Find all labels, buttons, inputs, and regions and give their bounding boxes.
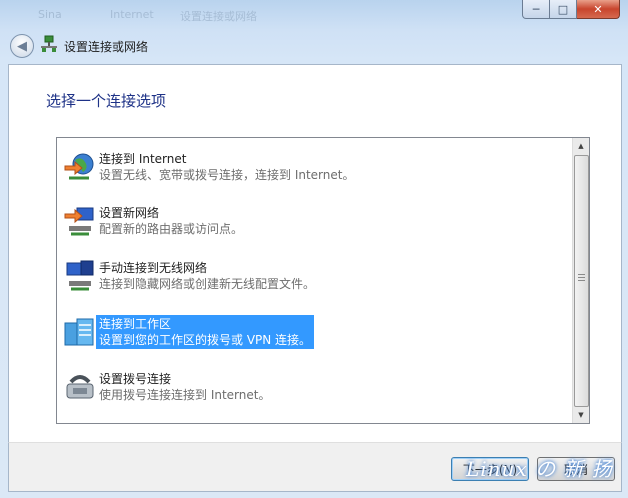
back-button[interactable]: ◀: [10, 34, 34, 58]
option-title: 连接到工作区: [99, 317, 172, 331]
minimize-button[interactable]: ─: [522, 0, 550, 19]
connection-options-list[interactable]: 连接到 Internet 设置无线、宽带或拨号连接，连接到 Internet。 …: [56, 137, 590, 424]
scroll-up-arrow[interactable]: ▲: [573, 138, 589, 154]
wizard-footer: 下一步(N) 取消: [8, 442, 622, 492]
globe-connect-icon: [64, 153, 94, 180]
caption-buttons: ─ □ ✕: [522, 0, 620, 19]
option-manual-wireless[interactable]: 手动连接到无线网络 连接到隐藏网络或创建新无线配置文件。: [63, 259, 573, 295]
scroll-down-arrow[interactable]: ▼: [573, 407, 589, 423]
ghost-tab: 设置连接或网络: [180, 10, 257, 23]
option-title: 手动连接到无线网络: [99, 261, 208, 275]
option-new-network[interactable]: 设置新网络 配置新的路由器或访问点。: [63, 204, 573, 240]
option-description: 使用拨号连接连接到 Internet。: [99, 388, 271, 402]
scroll-thumb[interactable]: [574, 155, 589, 407]
new-network-icon: [64, 207, 94, 236]
network-wizard-icon: [41, 35, 57, 52]
option-description: 配置新的路由器或访问点。: [99, 222, 244, 236]
option-title: 设置拨号连接: [99, 372, 172, 386]
option-title: 设置新网络: [99, 206, 160, 220]
page-heading: 选择一个连接选项: [46, 92, 167, 110]
workplace-vpn-icon: [64, 318, 94, 346]
maximize-button[interactable]: □: [550, 0, 577, 19]
ghost-tab: Sina: [38, 8, 62, 21]
cancel-button[interactable]: 取消: [537, 457, 615, 481]
option-description: 设置无线、宽带或拨号连接，连接到 Internet。: [99, 168, 355, 182]
option-dialup[interactable]: 设置拨号连接 使用拨号连接连接到 Internet。: [63, 370, 573, 406]
window-title: 设置连接或网络: [64, 40, 149, 54]
vertical-scrollbar[interactable]: ▲ ▼: [572, 138, 589, 423]
scroll-grip-icon: [578, 274, 585, 281]
option-title: 连接到 Internet: [99, 152, 187, 166]
window-frame: Sina Internet 设置连接或网络 ─ □ ✕ ◀ 设置连接或网络 选择…: [0, 0, 628, 498]
option-description: 设置到您的工作区的拨号或 VPN 连接。: [99, 333, 312, 347]
option-description: 连接到隐藏网络或创建新无线配置文件。: [99, 277, 316, 291]
option-connect-workplace[interactable]: 连接到工作区 设置到您的工作区的拨号或 VPN 连接。: [63, 315, 573, 351]
ghost-tab: Internet: [110, 8, 154, 21]
back-arrow-icon: ◀: [17, 38, 27, 54]
close-button[interactable]: ✕: [577, 0, 620, 19]
selection-highlight: 连接到工作区 设置到您的工作区的拨号或 VPN 连接。: [96, 315, 315, 349]
content-panel: 选择一个连接选项 连接到 Internet 设置无线、宽带或拨号连接，连接到 I…: [8, 64, 622, 443]
wireless-manual-icon: [66, 260, 94, 291]
option-connect-internet[interactable]: 连接到 Internet 设置无线、宽带或拨号连接，连接到 Internet。: [63, 150, 573, 186]
next-button[interactable]: 下一步(N): [451, 457, 529, 481]
dialup-modem-icon: [66, 375, 94, 399]
